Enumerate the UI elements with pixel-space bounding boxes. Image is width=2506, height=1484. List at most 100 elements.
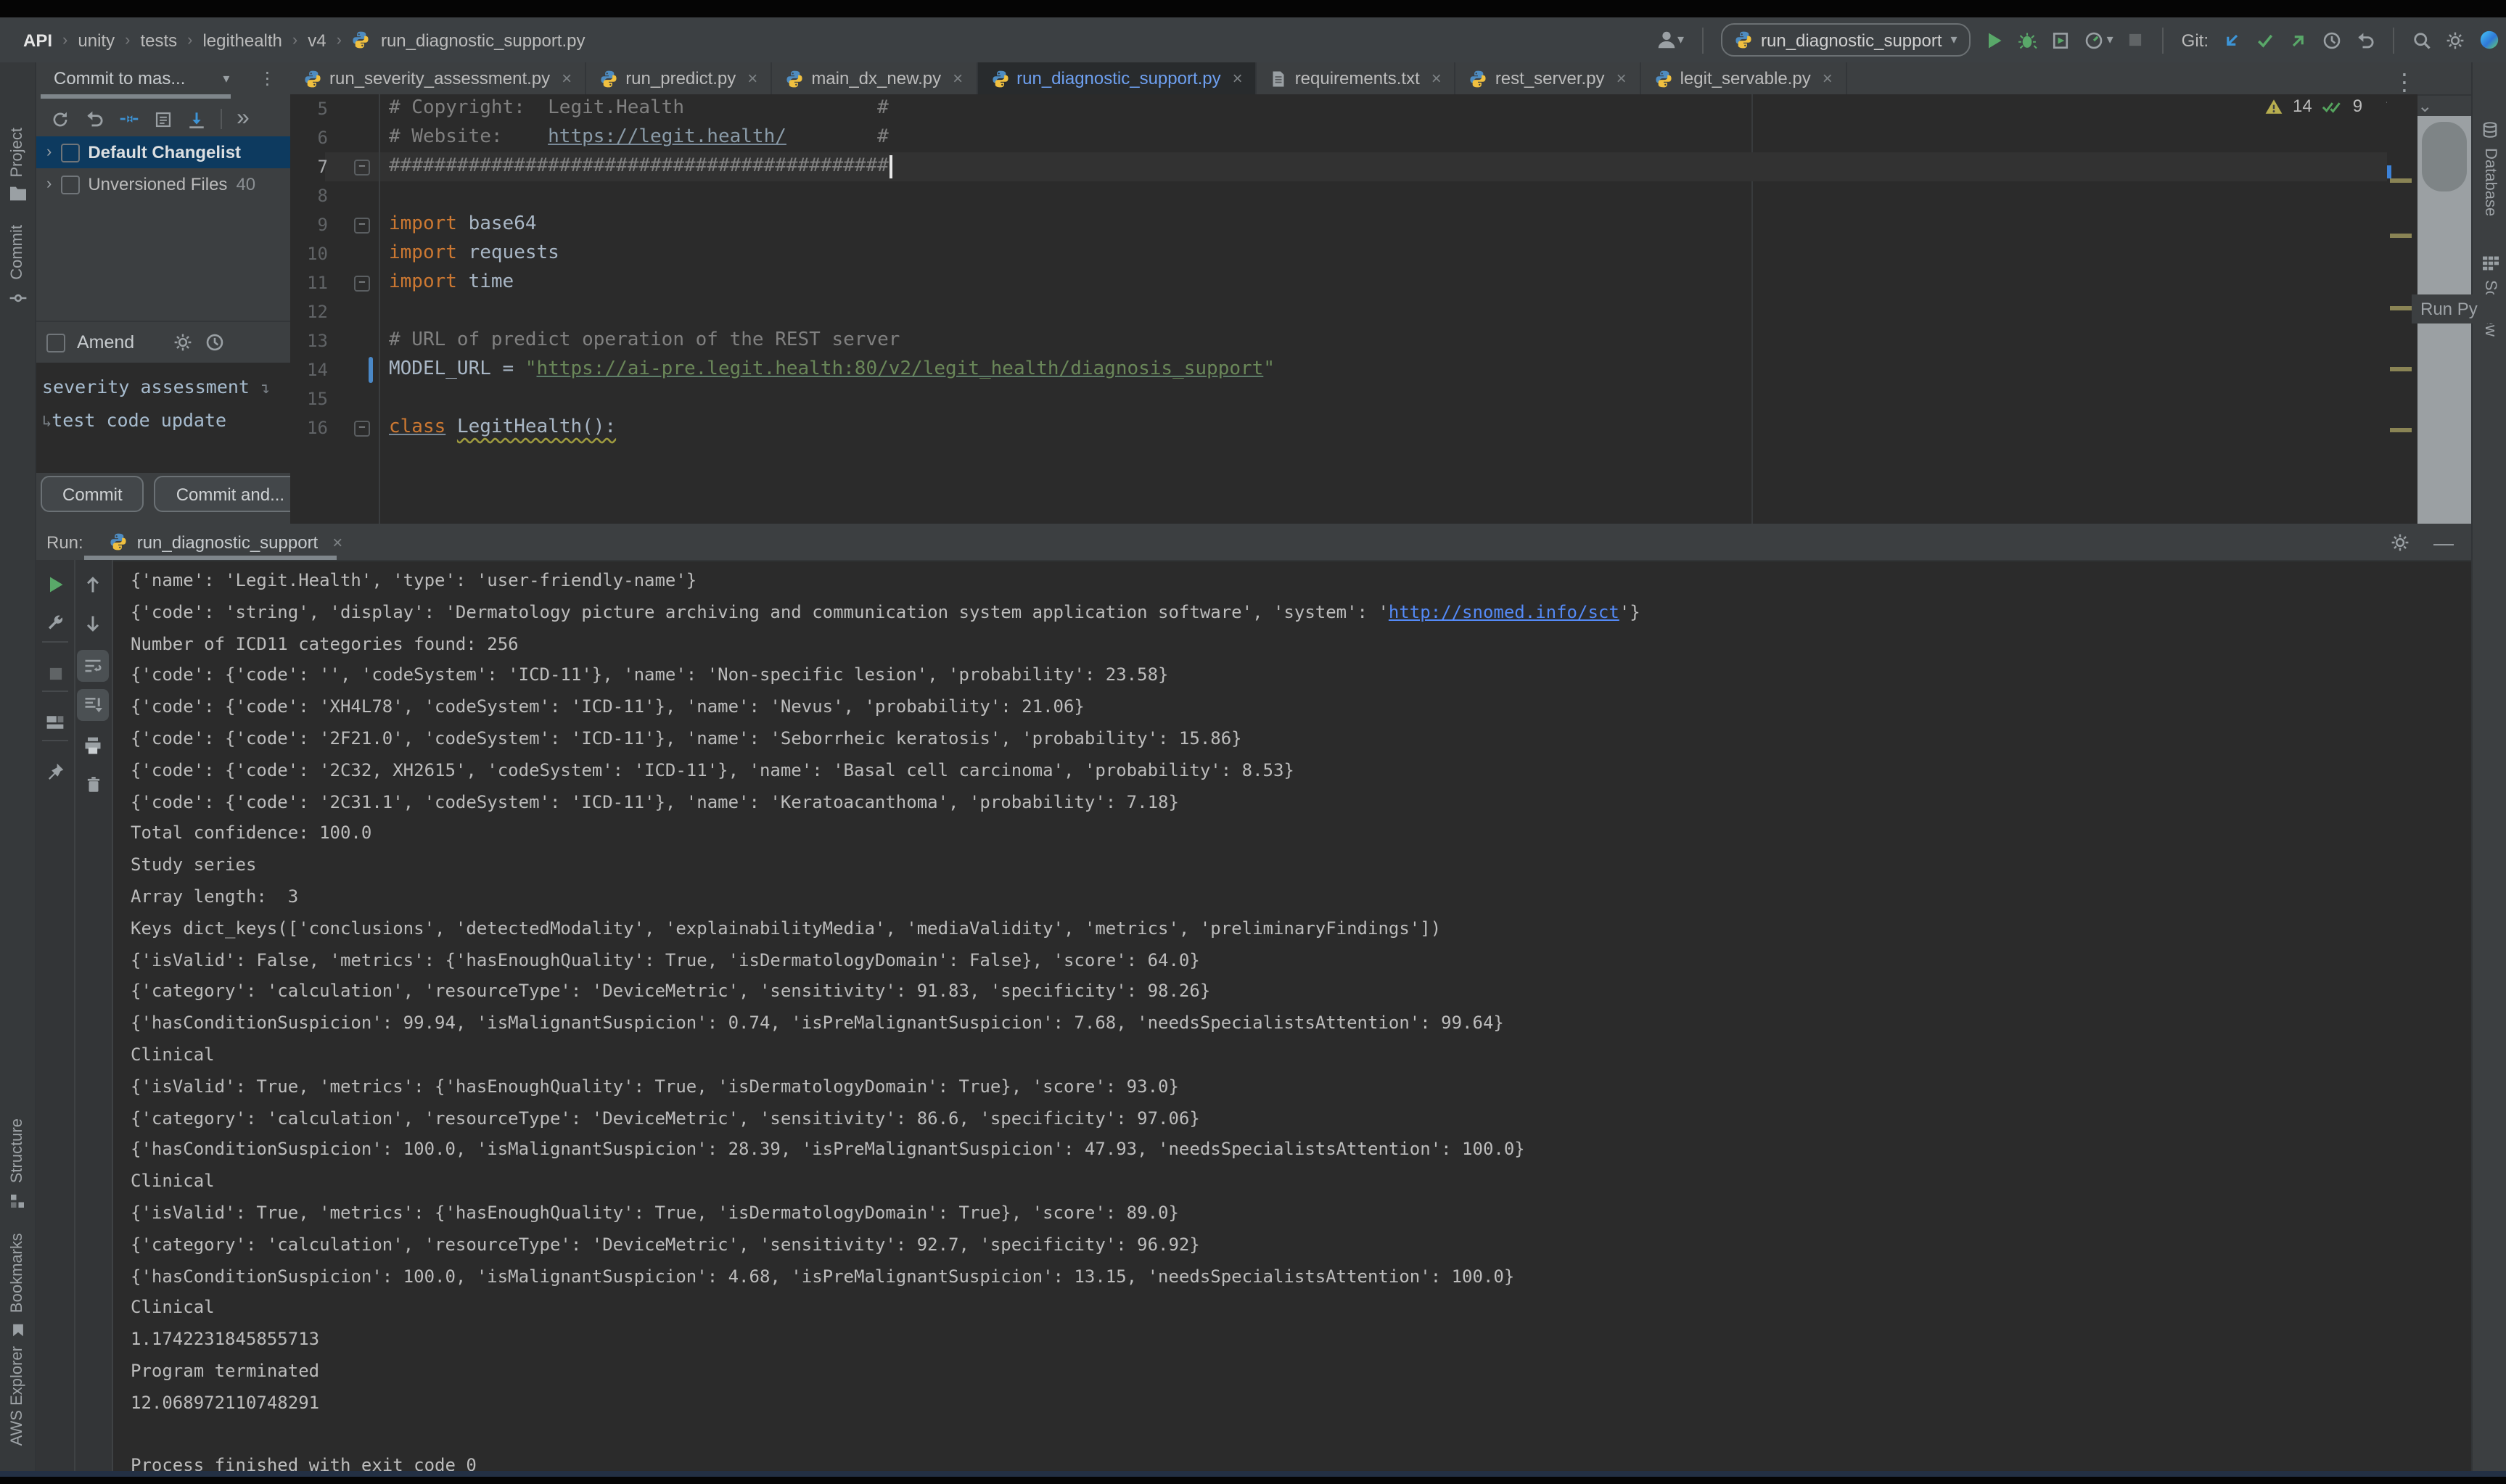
unversioned-label[interactable]: Unversioned Files: [88, 174, 227, 194]
close-icon[interactable]: ×: [953, 68, 963, 88]
console-hyperlink[interactable]: http://snomed.info/sct: [1389, 602, 1619, 622]
kebab-menu-icon[interactable]: ⋮: [2393, 68, 2416, 97]
git-update-button[interactable]: [2222, 30, 2242, 50]
code-editor[interactable]: 5# Copyright: Legit.Health #6# Website: …: [290, 94, 2387, 524]
close-icon[interactable]: ×: [747, 68, 757, 88]
tool-window-button-database[interactable]: Database: [2473, 120, 2506, 216]
git-history-button[interactable]: [2322, 30, 2342, 50]
editor-tab[interactable]: legit_servable.py×: [1641, 62, 1847, 94]
tool-window-button-structure[interactable]: Structure: [0, 1118, 35, 1209]
commit-message-editor[interactable]: severity assessment ↴↳test code update: [36, 363, 290, 473]
breadcrumb-item[interactable]: API: [23, 30, 52, 50]
breadcrumb-item[interactable]: v4: [308, 30, 326, 50]
tool-window-button-aws-explorer[interactable]: AWS Explorer: [0, 1346, 35, 1446]
git-commit-button[interactable]: [2255, 30, 2275, 50]
code-line[interactable]: 10import requests: [290, 239, 2387, 268]
code-line[interactable]: 6# Website: https://legit.health/ #: [290, 123, 2387, 152]
commit-button[interactable]: Commit: [41, 476, 144, 512]
console-output[interactable]: {'name': 'Legit.Health', 'type': 'user-f…: [131, 524, 2467, 1475]
code-line[interactable]: 8: [290, 181, 2387, 210]
code-line[interactable]: 14MODEL_URL = "https://ai-pre.legit.heal…: [290, 355, 2387, 384]
close-icon[interactable]: ×: [1616, 68, 1627, 88]
code-line[interactable]: 12: [290, 297, 2387, 326]
tool-window-button-project[interactable]: Project: [0, 128, 35, 202]
fold-marker-icon[interactable]: −: [354, 421, 370, 437]
editor-tab[interactable]: main_dx_new.py×: [772, 62, 977, 94]
scroll-to-end-icon[interactable]: [77, 689, 109, 721]
amend-checkbox[interactable]: [46, 333, 65, 352]
code-line[interactable]: 9−import base64: [290, 210, 2387, 239]
run-button[interactable]: [1984, 30, 2004, 50]
code-line[interactable]: 15: [290, 384, 2387, 413]
run-with-coverage-button[interactable]: [2050, 30, 2071, 50]
changelist-checkbox[interactable]: [60, 143, 79, 162]
close-icon[interactable]: ×: [1431, 68, 1442, 88]
rerun-icon[interactable]: [39, 569, 71, 601]
fold-marker-icon[interactable]: −: [354, 276, 370, 292]
warning-mark[interactable]: [2390, 178, 2412, 183]
scrollbar-thumb[interactable]: [2422, 122, 2467, 191]
editor-tab[interactable]: run_predict.py×: [586, 62, 772, 94]
fold-marker-icon[interactable]: −: [354, 218, 370, 234]
breadcrumb-item[interactable]: run_diagnostic_support.py: [381, 30, 586, 50]
editor-tab[interactable]: run_diagnostic_support.py×: [977, 62, 1257, 94]
close-icon[interactable]: ×: [562, 68, 572, 88]
code-line[interactable]: 16−class LegitHealth():: [290, 413, 2387, 442]
changelist-icon[interactable]: [154, 110, 173, 128]
kebab-menu-icon[interactable]: ⋮: [258, 68, 276, 88]
tool-window-button-bookmarks[interactable]: Bookmarks: [0, 1233, 35, 1339]
code-line[interactable]: 11−import time: [290, 268, 2387, 297]
code-line[interactable]: 7−######################################…: [290, 152, 2387, 181]
warning-mark[interactable]: [2390, 234, 2412, 238]
soft-wrap-icon[interactable]: [77, 650, 109, 682]
clear-all-icon[interactable]: [77, 769, 109, 801]
prev-occurrence-icon[interactable]: [77, 569, 109, 601]
commit-target-label[interactable]: Commit to mas...: [36, 68, 185, 88]
commit-target-header[interactable]: Commit to mas... ▾ ⋮: [36, 62, 290, 94]
gear-icon[interactable]: [172, 332, 192, 353]
close-icon[interactable]: ×: [1233, 68, 1243, 88]
code-link[interactable]: https://legit.health/: [548, 126, 786, 148]
debug-button[interactable]: [2017, 30, 2037, 50]
editor-tab[interactable]: run_severity_assessment.py×: [290, 62, 586, 94]
editor-tab[interactable]: requirements.txt×: [1257, 62, 1456, 94]
code-link[interactable]: https://ai-pre.legit.health:80/v2/legit_…: [537, 358, 1264, 380]
shelve-icon[interactable]: [187, 110, 206, 128]
print-icon[interactable]: [77, 730, 109, 762]
warning-mark[interactable]: [2390, 428, 2412, 432]
breadcrumb[interactable]: API›unity›tests›legithealth›v4›run_diagn…: [0, 30, 586, 50]
unversioned-checkbox[interactable]: [60, 175, 79, 194]
run-config-selector[interactable]: run_diagnostic_support▾: [1720, 23, 1971, 57]
pin-tab-icon[interactable]: [39, 756, 71, 788]
rollback-icon[interactable]: [84, 109, 104, 129]
changelist-row[interactable]: › Default Changelist: [36, 136, 290, 168]
show-diff-icon[interactable]: [119, 109, 139, 129]
stop-button[interactable]: [2127, 30, 2145, 49]
settings-button[interactable]: [2445, 30, 2465, 50]
restore-layout-icon[interactable]: [39, 706, 71, 738]
ide-services-button[interactable]: [2478, 29, 2500, 51]
breadcrumb-item[interactable]: unity: [78, 30, 115, 50]
search-everywhere-button[interactable]: [2412, 30, 2432, 50]
chevron-down-icon[interactable]: ▾: [223, 70, 229, 86]
tool-window-button-commit[interactable]: Commit: [0, 225, 35, 308]
breadcrumb-item[interactable]: legithealth: [202, 30, 282, 50]
editor-tab[interactable]: rest_server.py×: [1456, 62, 1641, 94]
warning-mark[interactable]: [2390, 367, 2412, 371]
chevron-right-icon[interactable]: ›: [36, 144, 52, 161]
changelist-label[interactable]: Default Changelist: [88, 142, 241, 162]
code-line[interactable]: 5# Copyright: Legit.Health #: [290, 94, 2387, 123]
chevron-down-icon[interactable]: ⌄: [2417, 96, 2432, 116]
chevron-right-icon[interactable]: ›: [36, 176, 52, 193]
history-icon[interactable]: [204, 332, 224, 353]
git-push-button[interactable]: [2288, 30, 2309, 50]
run-settings-icon[interactable]: [39, 608, 71, 640]
commit-header-scrollbar[interactable]: [41, 94, 231, 99]
more-actions-icon[interactable]: »: [237, 106, 250, 132]
next-occurrence-icon[interactable]: [77, 608, 109, 640]
git-rollback-button[interactable]: [2355, 30, 2375, 50]
code-line[interactable]: 13# URL of predict operation of the REST…: [290, 326, 2387, 355]
close-icon[interactable]: ×: [1823, 68, 1833, 88]
commit-and-button[interactable]: Commit and...: [155, 476, 290, 512]
fold-marker-icon[interactable]: −: [354, 160, 370, 176]
